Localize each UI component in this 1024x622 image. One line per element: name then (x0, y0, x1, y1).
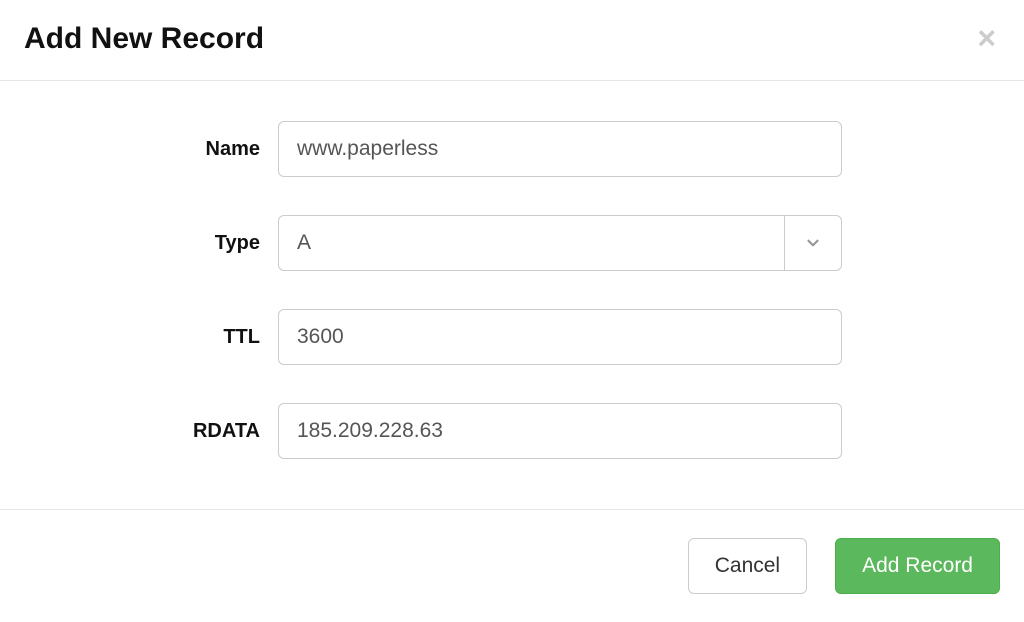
modal-title: Add New Record (24, 22, 264, 56)
submit-button[interactable]: Add Record (835, 538, 1000, 594)
form-row-rdata: RDATA (0, 403, 1024, 459)
type-select-toggle[interactable] (784, 215, 842, 271)
form-row-name: Name (0, 121, 1024, 177)
form-row-ttl: TTL (0, 309, 1024, 365)
modal-body: Name Type A TTL RDATA (0, 81, 1024, 509)
rdata-label: RDATA (20, 420, 278, 443)
modal-header: Add New Record × (0, 0, 1024, 81)
form-row-type: Type A (0, 215, 1024, 271)
modal-footer: Cancel Add Record (0, 509, 1024, 622)
ttl-label: TTL (20, 326, 278, 349)
chevron-down-icon (804, 234, 822, 252)
type-label: Type (20, 232, 278, 255)
name-input[interactable] (278, 121, 842, 177)
ttl-input[interactable] (278, 309, 842, 365)
rdata-input[interactable] (278, 403, 842, 459)
type-select-value[interactable]: A (278, 215, 784, 271)
close-icon[interactable]: × (973, 22, 1000, 54)
name-label: Name (20, 138, 278, 161)
type-select[interactable]: A (278, 215, 842, 271)
cancel-button[interactable]: Cancel (688, 538, 807, 594)
